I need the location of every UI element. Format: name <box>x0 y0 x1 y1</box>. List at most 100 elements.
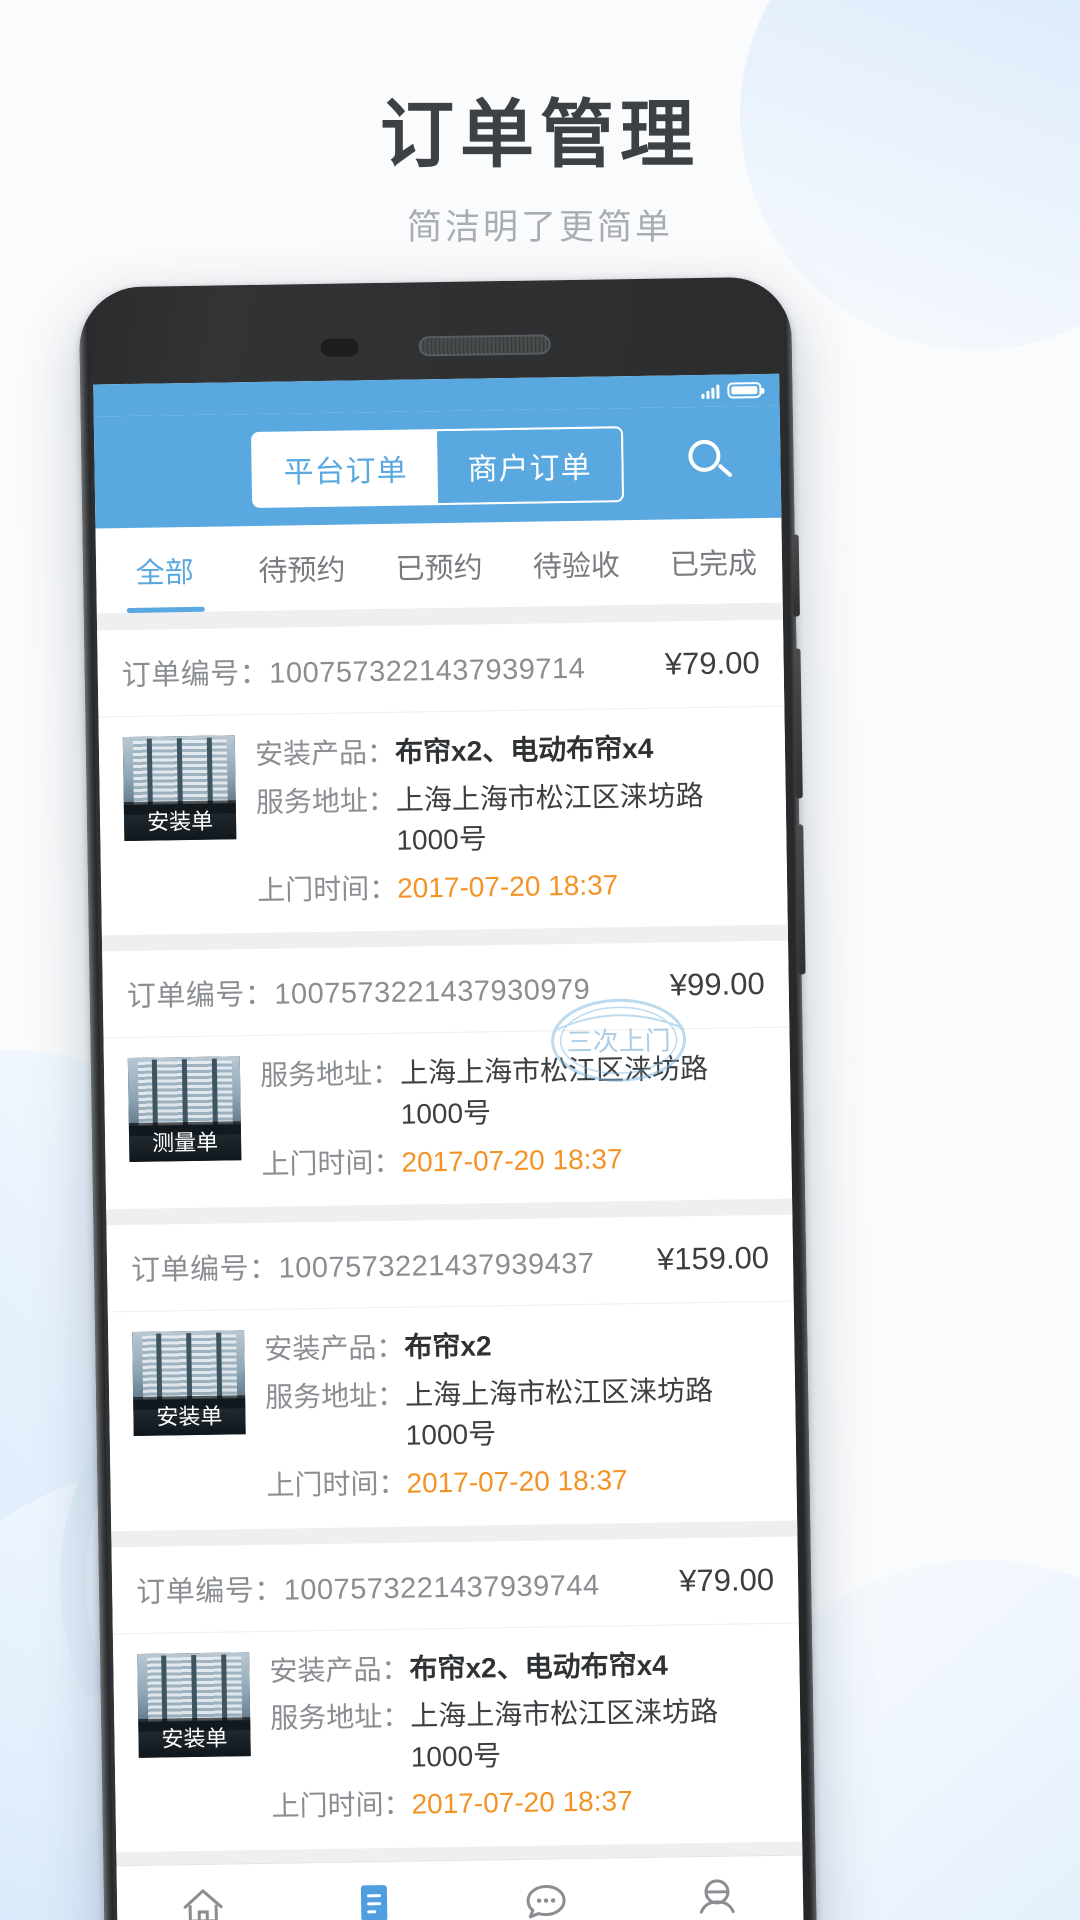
product-label: 安装产品： <box>269 1653 410 1687</box>
list-item[interactable]: 订单编号：1007573221437939714 ¥79.00 安装单 安装产品… <box>97 619 788 936</box>
product-value: 布帘x2、电动布帘x4 <box>394 732 654 768</box>
order-time-row: 上门时间： 2017-07-20 18:37 <box>257 863 764 912</box>
order-thumbnail[interactable]: 安装单 <box>122 735 237 842</box>
phone-body: 平台订单 商户订单 全部 待预约 已预约 待验收 已完成 三次上门 订单编号：1… <box>78 276 818 1920</box>
order-address-row: 服务地址： 上海上海市松江区涞坊路1000号 <box>255 775 762 864</box>
filter-tab-label: 已预约 <box>395 551 483 586</box>
order-time-row: 上门时间： 2017-07-20 18:37 <box>271 1779 778 1828</box>
order-number-line: 订单编号：1007573221437939744 <box>136 1561 600 1610</box>
document-icon <box>288 1877 460 1920</box>
phone-mockup: 平台订单 商户订单 全部 待预约 已预约 待验收 已完成 三次上门 订单编号：1… <box>78 276 818 1920</box>
phone-top-hardware <box>80 331 792 362</box>
visit-time-value: 2017-07-20 18:37 <box>401 1142 623 1178</box>
address-value: 上海上海市松江区涞坊路1000号 <box>399 1053 709 1130</box>
order-type-badge: 测量单 <box>128 1121 242 1163</box>
list-item[interactable]: 订单编号：1007573221437939744 ¥79.00 安装单 安装产品… <box>111 1536 803 1853</box>
product-value: 布帘x2 <box>404 1330 492 1363</box>
order-price: ¥79.00 <box>664 645 760 682</box>
order-number-label: 订单编号： <box>130 1252 279 1288</box>
page-title: 订单管理 <box>380 93 700 176</box>
visit-time-label: 上门时间： <box>266 1467 407 1501</box>
filter-tab-booked[interactable]: 已预约 <box>370 522 509 609</box>
order-source-segmented-control[interactable]: 平台订单 商户订单 <box>250 426 625 508</box>
filter-tab-pending-booking[interactable]: 待预约 <box>233 524 372 611</box>
list-item[interactable]: 订单编号：1007573221437930979 ¥99.00 测量单 服务地址… <box>102 941 793 1210</box>
product-value: 布帘x2、电动布帘x4 <box>409 1649 668 1685</box>
bottom-navigation[interactable]: 首页 订单 <box>116 1854 805 1920</box>
earpiece-speaker <box>418 334 551 357</box>
order-number-value: 1007573221437939714 <box>269 652 586 690</box>
order-product-row: 安装产品： 布帘x2、电动布帘x4 <box>255 727 762 776</box>
filter-tab-all[interactable]: 全部 <box>95 526 234 613</box>
phone-screen: 平台订单 商户订单 全部 待预约 已预约 待验收 已完成 三次上门 订单编号：1… <box>93 373 805 1920</box>
order-price: ¥79.00 <box>678 1561 775 1598</box>
address-value: 上海上海市松江区涞坊路1000号 <box>395 779 705 856</box>
order-number-value: 1007573221437930979 <box>274 974 591 1012</box>
order-header: 订单编号：1007573221437930979 ¥99.00 <box>102 941 790 1039</box>
order-thumbnail[interactable]: 测量单 <box>127 1056 242 1163</box>
front-camera-icon <box>320 338 359 357</box>
visit-time-value: 2017-07-20 18:37 <box>396 869 619 904</box>
order-number-label: 订单编号： <box>135 1574 284 1609</box>
address-label: 服务地址： <box>259 1058 401 1092</box>
order-product-row: 安装产品： 布帘x2 <box>264 1322 771 1371</box>
order-address-row: 服务地址： 上海上海市松江区涞坊路1000号 <box>265 1370 772 1459</box>
order-header: 订单编号：1007573221437939437 ¥159.00 <box>106 1214 794 1313</box>
order-body: 安装单 安装产品： 布帘x2 服务地址： 上海上海市松江区涞坊路1000号 上门… <box>108 1302 797 1531</box>
order-number-line: 订单编号：1007573221437930979 <box>126 966 591 1015</box>
chat-icon <box>460 1875 632 1920</box>
order-address-row: 服务地址： 上海上海市松江区涞坊路1000号 <box>260 1048 767 1137</box>
order-list[interactable]: 三次上门 订单编号：1007573221437939714 ¥79.00 安装单… <box>96 603 803 1870</box>
order-number-value: 1007573221437939437 <box>278 1247 595 1285</box>
visit-time-label: 上门时间： <box>261 1146 402 1180</box>
address-label: 服务地址： <box>255 784 397 818</box>
address-label: 服务地址： <box>264 1379 406 1413</box>
order-number-value: 1007573221437939744 <box>283 1569 600 1607</box>
order-number-label: 订单编号： <box>126 979 275 1014</box>
order-body: 安装单 安装产品： 布帘x2、电动布帘x4 服务地址： 上海上海市松江区涞坊路1… <box>98 707 787 936</box>
hero-section: 订单管理 简洁明了更简单 <box>0 0 1080 250</box>
visit-time-value: 2017-07-20 18:37 <box>406 1464 628 1499</box>
status-filter-tabs[interactable]: 全部 待预约 已预约 待验收 已完成 <box>95 517 783 615</box>
home-icon <box>117 1880 289 1920</box>
address-label: 服务地址： <box>269 1700 411 1734</box>
filter-tab-completed[interactable]: 已完成 <box>644 518 783 605</box>
order-time-row: 上门时间： 2017-07-20 18:37 <box>261 1137 768 1186</box>
visit-time-label: 上门时间： <box>271 1788 412 1823</box>
order-time-row: 上门时间： 2017-07-20 18:37 <box>266 1458 773 1507</box>
order-detail-rows: 服务地址： 上海上海市松江区涞坊路1000号 上门时间： 2017-07-20 … <box>260 1048 768 1185</box>
order-product-row: 安装产品： 布帘x2、电动布帘x4 <box>269 1643 776 1692</box>
search-icon[interactable] <box>688 439 735 486</box>
order-header: 订单编号：1007573221437939744 ¥79.00 <box>111 1536 799 1634</box>
tab-profile[interactable]: 我的 <box>631 1872 804 1920</box>
tab-messages[interactable]: 消息 <box>460 1875 633 1920</box>
tab-orders[interactable]: 订单 <box>288 1877 461 1920</box>
page-subtitle: 简洁明了更简单 <box>406 208 673 248</box>
signal-icon <box>701 383 720 399</box>
order-type-badge: 安装单 <box>133 1395 246 1437</box>
filter-tab-label: 待验收 <box>532 549 621 584</box>
segment-merchant-orders[interactable]: 商户订单 <box>436 428 623 504</box>
order-thumbnail[interactable]: 安装单 <box>132 1330 246 1437</box>
order-number-label: 订单编号： <box>121 657 270 693</box>
order-address-row: 服务地址： 上海上海市松江区涞坊路1000号 <box>270 1691 777 1780</box>
order-body: 安装单 安装产品： 布帘x2、电动布帘x4 服务地址： 上海上海市松江区涞坊路1… <box>113 1623 802 1852</box>
segment-platform-orders[interactable]: 平台订单 <box>253 431 439 506</box>
filter-tab-pending-acceptance[interactable]: 待验收 <box>507 520 646 607</box>
filter-tab-label: 全部 <box>135 556 195 590</box>
order-price: ¥159.00 <box>656 1240 770 1277</box>
order-thumbnail[interactable]: 安装单 <box>137 1651 251 1758</box>
tab-home[interactable]: 首页 <box>117 1880 290 1920</box>
order-body: 测量单 服务地址： 上海上海市松江区涞坊路1000号 上门时间： 2017-07… <box>103 1028 792 1210</box>
address-value: 上海上海市松江区涞坊路1000号 <box>404 1374 714 1452</box>
order-detail-rows: 安装产品： 布帘x2、电动布帘x4 服务地址： 上海上海市松江区涞坊路1000号… <box>269 1643 778 1827</box>
list-item[interactable]: 订单编号：1007573221437939437 ¥159.00 安装单 安装产… <box>106 1214 798 1531</box>
order-type-badge: 安装单 <box>123 800 237 842</box>
app-bar: 平台订单 商户订单 <box>93 405 782 529</box>
battery-icon <box>727 381 762 399</box>
order-number-line: 订单编号：1007573221437939437 <box>131 1240 595 1289</box>
address-value: 上海上海市松江区涞坊路1000号 <box>409 1695 719 1773</box>
phone-mute-button <box>791 534 800 617</box>
order-detail-rows: 安装产品： 布帘x2、电动布帘x4 服务地址： 上海上海市松江区涞坊路1000号… <box>255 727 764 911</box>
visit-time-label: 上门时间： <box>256 872 398 906</box>
